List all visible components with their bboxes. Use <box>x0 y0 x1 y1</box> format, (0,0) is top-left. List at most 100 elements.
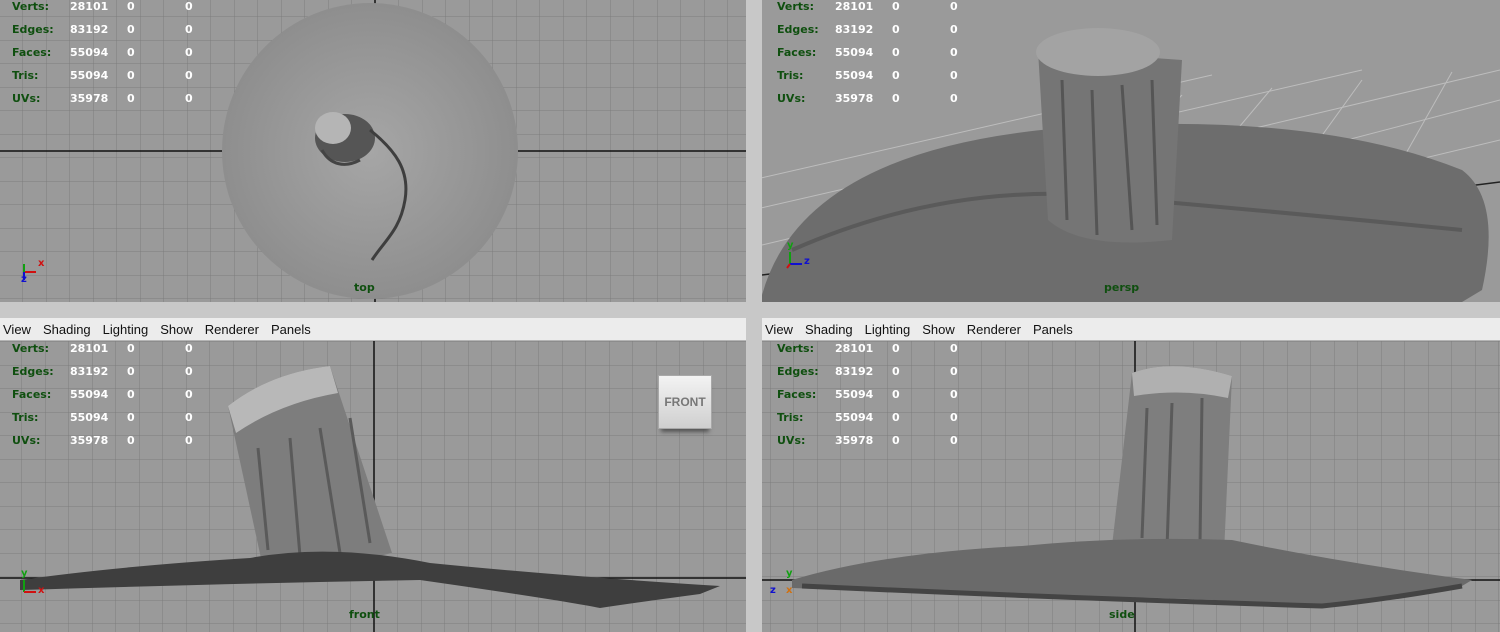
stat-value: 0 <box>950 0 958 13</box>
stump <box>1038 50 1182 243</box>
stat-label: Edges: <box>777 365 819 378</box>
viewport-front[interactable]: View Shading Lighting Show Renderer Panels Ve… <box>0 318 746 632</box>
stat-value: 83192 <box>70 365 109 378</box>
stat-value: 0 <box>185 342 193 355</box>
axis-gizmo-icon: y x <box>21 568 45 596</box>
axis-gizmo-icon: y z <box>786 240 810 269</box>
camera-label: persp <box>1104 281 1140 294</box>
stat-value: 0 <box>950 46 958 59</box>
stat-value: 83192 <box>835 23 874 36</box>
stat-value: 55094 <box>835 46 874 59</box>
stat-value: 83192 <box>70 23 109 36</box>
camera-label: top <box>354 281 375 294</box>
stat-value: 0 <box>185 365 193 378</box>
viewport-persp[interactable]: Verts: 28101 0 0 Edges: 83192 0 0 Faces: 55094 0 0 T… <box>762 0 1500 302</box>
menu-show[interactable]: Show <box>160 322 199 337</box>
stat-value: 28101 <box>835 342 874 355</box>
stat-value: 0 <box>127 46 135 59</box>
camera-label: side <box>1109 608 1135 621</box>
stat-value: 35978 <box>70 434 109 447</box>
menu-renderer[interactable]: Renderer <box>205 322 265 337</box>
menu-renderer[interactable]: Renderer <box>967 322 1027 337</box>
stat-value: 0 <box>950 388 958 401</box>
menu-lighting[interactable]: Lighting <box>103 322 155 337</box>
stat-value: 0 <box>892 23 900 36</box>
stat-value: 28101 <box>70 342 109 355</box>
stat-label: Verts: <box>12 0 50 13</box>
stat-value: 0 <box>892 388 900 401</box>
stat-value: 0 <box>892 342 900 355</box>
stat-label: Faces: <box>12 388 52 401</box>
stat-value: 0 <box>185 46 193 59</box>
stat-value: 0 <box>892 411 900 424</box>
stat-value: 28101 <box>70 0 109 13</box>
stat-value: 55094 <box>835 388 874 401</box>
stat-value: 0 <box>892 0 900 13</box>
stat-value: 0 <box>185 411 193 424</box>
stat-value: 0 <box>185 0 193 13</box>
menu-show[interactable]: Show <box>922 322 961 337</box>
stat-value: 28101 <box>835 0 874 13</box>
stat-value: 0 <box>127 92 135 105</box>
stat-label: UVs: <box>12 92 41 105</box>
viewport-menubar: View Shading Lighting Show Renderer Panels <box>0 318 746 341</box>
menu-lighting[interactable]: Lighting <box>865 322 917 337</box>
stat-value: 0 <box>950 342 958 355</box>
view-cube-button[interactable]: FRONT <box>658 375 712 429</box>
stat-value: 0 <box>950 411 958 424</box>
stat-value: 0 <box>950 23 958 36</box>
viewport-menubar: View Shading Lighting Show Renderer Panels <box>762 318 1500 341</box>
stat-value: 0 <box>950 365 958 378</box>
menu-view[interactable]: View <box>3 322 37 337</box>
stat-value: 0 <box>892 92 900 105</box>
stat-label: UVs: <box>12 434 41 447</box>
stat-label: Edges: <box>12 365 54 378</box>
stat-value: 0 <box>127 69 135 82</box>
camera-label: front <box>349 608 380 621</box>
stat-value: 55094 <box>835 411 874 424</box>
stat-label: Faces: <box>12 46 52 59</box>
stat-value: 0 <box>127 23 135 36</box>
stat-value: 0 <box>185 92 193 105</box>
viewport-top[interactable]: Verts: 28101 0 0 Edges: 83192 0 0 Faces: 55094 0 0 T… <box>0 0 746 302</box>
stump-top <box>1036 28 1160 76</box>
stat-value: 0 <box>127 342 135 355</box>
stat-label: Faces: <box>777 388 817 401</box>
stat-label: Tris: <box>12 411 39 424</box>
stat-value: 0 <box>127 0 135 13</box>
stat-label: UVs: <box>777 434 806 447</box>
stat-value: 0 <box>892 69 900 82</box>
stat-label: UVs: <box>777 92 806 105</box>
stat-value: 35978 <box>70 92 109 105</box>
stat-value: 0 <box>892 46 900 59</box>
stat-label: Edges: <box>12 23 54 36</box>
stat-label: Verts: <box>777 342 815 355</box>
menu-view[interactable]: View <box>765 322 799 337</box>
stat-value: 55094 <box>70 388 109 401</box>
menu-panels[interactable]: Panels <box>271 322 317 337</box>
axis-gizmo-icon: y z x <box>770 568 793 596</box>
stat-label: Faces: <box>777 46 817 59</box>
stat-value: 0 <box>950 69 958 82</box>
stat-value: 0 <box>892 434 900 447</box>
stat-label: Edges: <box>777 23 819 36</box>
stat-value: 0 <box>950 92 958 105</box>
stat-value: 0 <box>950 434 958 447</box>
stat-label: Verts: <box>777 0 815 13</box>
stat-value: 0 <box>185 388 193 401</box>
viewport-side[interactable]: View Shading Lighting Show Renderer Panels Ve… <box>762 318 1500 632</box>
stat-value: 0 <box>127 434 135 447</box>
menu-shading[interactable]: Shading <box>805 322 859 337</box>
stat-value: 0 <box>185 69 193 82</box>
stat-value: 0 <box>185 434 193 447</box>
stat-label: Tris: <box>777 411 804 424</box>
stat-value: 0 <box>127 388 135 401</box>
stat-value: 35978 <box>835 92 874 105</box>
stat-value: 0 <box>185 23 193 36</box>
stat-value: 55094 <box>70 411 109 424</box>
stat-value: 55094 <box>835 69 874 82</box>
menu-shading[interactable]: Shading <box>43 322 97 337</box>
menu-panels[interactable]: Panels <box>1033 322 1079 337</box>
stat-label: Tris: <box>777 69 804 82</box>
stat-value: 35978 <box>835 434 874 447</box>
